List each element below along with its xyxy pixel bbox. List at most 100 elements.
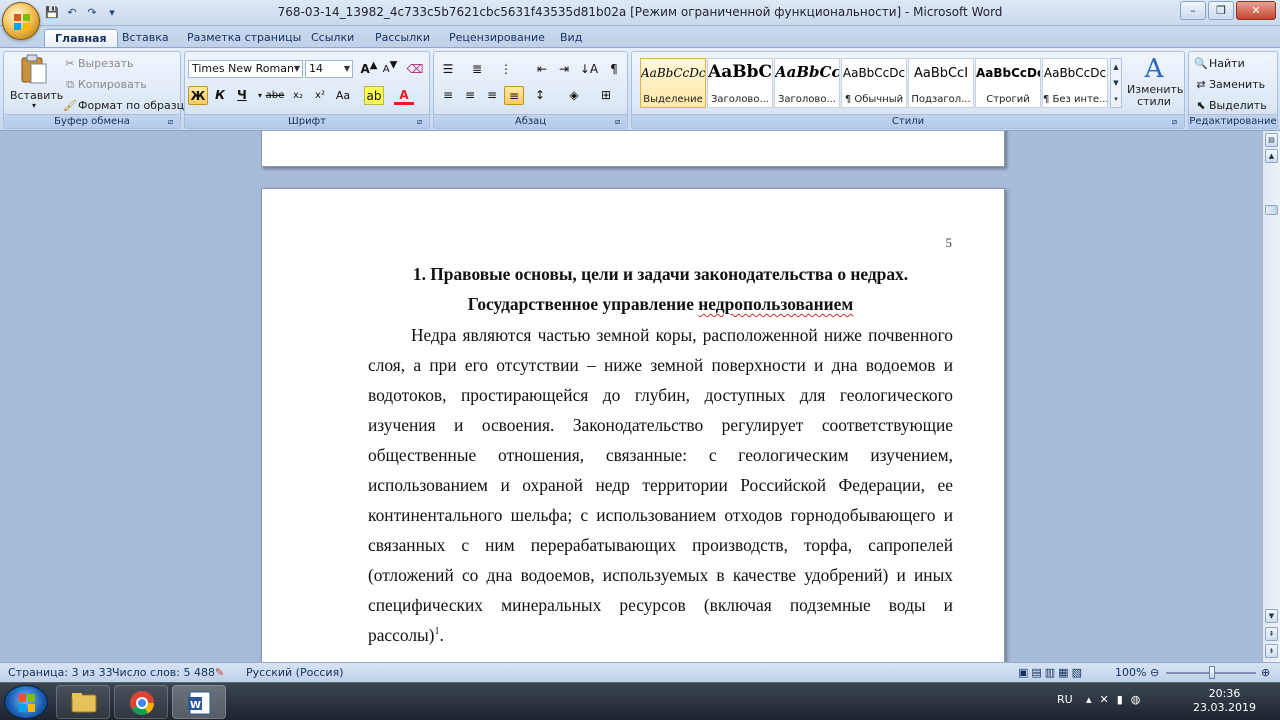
editing-group: 🔍Найти ⇄ Заменить ⬉ Выделить Редактировани… — [1188, 51, 1278, 129]
word-taskbar-button[interactable]: W — [172, 685, 226, 719]
shading-button[interactable]: ◈ — [564, 86, 584, 105]
tab-view[interactable]: Вид — [550, 29, 592, 48]
cut-button[interactable]: ✂ Вырезать — [62, 56, 133, 72]
style-sample: AaBbCcDc — [641, 66, 705, 80]
zoom-in-icon[interactable]: ⊕ — [1261, 666, 1270, 679]
page-count[interactable]: Страница: 3 из 33 — [8, 666, 113, 679]
zoom-out-icon[interactable]: ⊖ — [1150, 666, 1159, 679]
tab-insert[interactable]: Вставка — [112, 29, 179, 48]
superscript-button[interactable]: x² — [310, 86, 330, 105]
align-right-button[interactable]: ≡ — [482, 86, 502, 105]
svg-text:W: W — [190, 700, 201, 711]
font-launcher-icon[interactable]: ⧄ — [417, 117, 426, 126]
format-painter-button[interactable]: 🖌Формат по образцу — [62, 98, 191, 114]
tab-mailings[interactable]: Рассылки — [365, 29, 440, 48]
copy-button[interactable]: ⧉ Копировать — [62, 77, 147, 93]
style-no-spacing[interactable]: AaBbCcDc ¶ Без инте... — [1042, 58, 1108, 108]
line-spacing-button[interactable]: ↕ — [530, 86, 550, 105]
styles-scroll[interactable]: ▲ ▼ ▾ — [1110, 58, 1122, 108]
decrease-indent-button[interactable]: ⇤ — [532, 60, 552, 79]
strikethrough-button[interactable]: abe — [265, 86, 285, 105]
font-size-select[interactable]: 14 ▼ — [305, 60, 353, 78]
subscript-button[interactable]: x₂ — [288, 86, 308, 105]
clock[interactable]: 20:36 23.03.2019 — [1193, 687, 1256, 715]
scroll-up-icon[interactable]: ▲ — [1265, 149, 1278, 163]
proofing-icon[interactable]: ✎ — [215, 666, 224, 679]
grow-font-button[interactable]: A▲ — [359, 60, 379, 79]
explorer-taskbar-button[interactable] — [56, 685, 110, 719]
styles-launcher-icon[interactable]: ⧄ — [1172, 117, 1181, 126]
change-case-button[interactable]: Aa — [333, 86, 353, 105]
show-marks-button[interactable]: ¶ — [604, 60, 624, 79]
multilevel-list-button[interactable]: ⋮ — [496, 60, 516, 79]
style-sample: AaBbCcDc — [976, 66, 1040, 80]
close-button[interactable]: ✕ — [1236, 1, 1276, 20]
font-group: Times New Roman ▼ 14 ▼ A▲ A▼ ⌫ Ж К Ч ▾ abe… — [184, 51, 430, 129]
style-sample: AaBbC — [708, 62, 772, 82]
outdent-icon: ⇤ — [536, 62, 548, 76]
zoom-level[interactable]: 100% — [1115, 666, 1146, 679]
bullets-button[interactable]: ☰ — [438, 60, 458, 79]
chevron-down-icon: ▼ — [293, 64, 300, 73]
align-center-icon: ≡ — [464, 88, 476, 102]
justify-button[interactable]: ≡ — [504, 86, 524, 105]
style-emphasis[interactable]: AaBbCcDc Выделение — [640, 58, 706, 108]
increase-indent-button[interactable]: ⇥ — [554, 60, 574, 79]
paste-button[interactable]: Вставить ▾ — [10, 54, 63, 112]
align-left-button[interactable]: ≡ — [438, 86, 458, 105]
replace-icon: ⇄ — [1196, 78, 1206, 91]
tab-references[interactable]: Ссылки — [301, 29, 364, 48]
numbering-button[interactable]: ≣ — [467, 60, 487, 79]
scroll-down-icon[interactable]: ▼ — [1265, 609, 1278, 623]
chrome-taskbar-button[interactable] — [114, 685, 168, 719]
paragraph-group-label: Абзац — [434, 114, 627, 128]
minimize-button[interactable]: – — [1180, 1, 1206, 20]
tray-icons[interactable]: ▴✕▮◍ — [1086, 693, 1148, 706]
tab-review[interactable]: Рецензирование — [439, 29, 555, 48]
next-page-icon[interactable]: ⇟ — [1265, 644, 1278, 658]
previous-page-icon[interactable]: ⇞ — [1265, 627, 1278, 641]
paste-dropdown-icon[interactable]: ▾ — [10, 102, 58, 110]
office-button[interactable] — [2, 2, 40, 40]
style-normal[interactable]: AaBbCcDc ¶ Обычный — [841, 58, 907, 108]
italic-button[interactable]: К — [210, 86, 230, 105]
zoom-slider-handle[interactable] — [1209, 666, 1215, 679]
replace-button[interactable]: ⇄ Заменить — [1193, 77, 1265, 93]
bold-button[interactable]: Ж — [188, 86, 208, 105]
style-strong[interactable]: AaBbCcDc Строгий — [975, 58, 1041, 108]
document-page[interactable]: 5 1. Правовые основы, цели и задачи зако… — [261, 188, 1005, 662]
borders-button[interactable]: ⊞ — [596, 86, 616, 105]
change-styles-button[interactable]: A Изменить стили — [1127, 54, 1183, 112]
document-area[interactable]: 5 1. Правовые основы, цели и задачи зако… — [0, 131, 1262, 662]
styles-group: AaBbCcDc Выделение AaBbC Заголово... AaB… — [631, 51, 1185, 129]
highlight-button[interactable]: ab — [364, 86, 384, 105]
paragraph-launcher-icon[interactable]: ⧄ — [615, 117, 624, 126]
tab-page-layout[interactable]: Разметка страницы — [177, 29, 311, 48]
sort-button[interactable]: ↓A — [579, 60, 599, 79]
clear-formatting-button[interactable]: ⌫ — [405, 60, 425, 79]
font-family-select[interactable]: Times New Roman ▼ — [188, 60, 303, 78]
text-line: общественные отношения, связанные: с гео… — [368, 445, 953, 465]
find-button[interactable]: 🔍Найти — [1193, 56, 1245, 72]
style-heading1[interactable]: AaBbC Заголово... — [707, 58, 773, 108]
keyboard-language[interactable]: RU — [1057, 693, 1073, 706]
tab-home[interactable]: Главная — [44, 29, 118, 48]
font-color-button[interactable]: A — [394, 86, 414, 105]
start-button[interactable] — [4, 685, 48, 719]
language[interactable]: Русский (Россия) — [246, 666, 344, 679]
ruler-toggle-icon[interactable]: ▤ — [1265, 133, 1278, 147]
scroll-thumb[interactable] — [1265, 205, 1278, 215]
maximize-button[interactable]: ❐ — [1208, 1, 1234, 20]
line-spacing-icon: ↕ — [534, 88, 546, 102]
vertical-scrollbar[interactable]: ▤ ▲ ▼ ⇞ ⇟ — [1262, 131, 1280, 662]
shrink-font-button[interactable]: A▼ — [380, 60, 400, 79]
align-right-icon: ≡ — [486, 88, 498, 102]
style-subtitle[interactable]: AaBbCcI Подзагол... — [908, 58, 974, 108]
select-button[interactable]: ⬉ Выделить — [1193, 98, 1266, 114]
align-center-button[interactable]: ≡ — [460, 86, 480, 105]
underline-button[interactable]: Ч — [232, 86, 252, 105]
word-count[interactable]: Число слов: 5 488 — [112, 666, 215, 679]
view-buttons[interactable]: ▣▤▥▦▧ — [1018, 666, 1085, 679]
clipboard-launcher-icon[interactable]: ⧄ — [168, 117, 177, 126]
style-heading2[interactable]: AaBbCc Заголово... — [774, 58, 840, 108]
